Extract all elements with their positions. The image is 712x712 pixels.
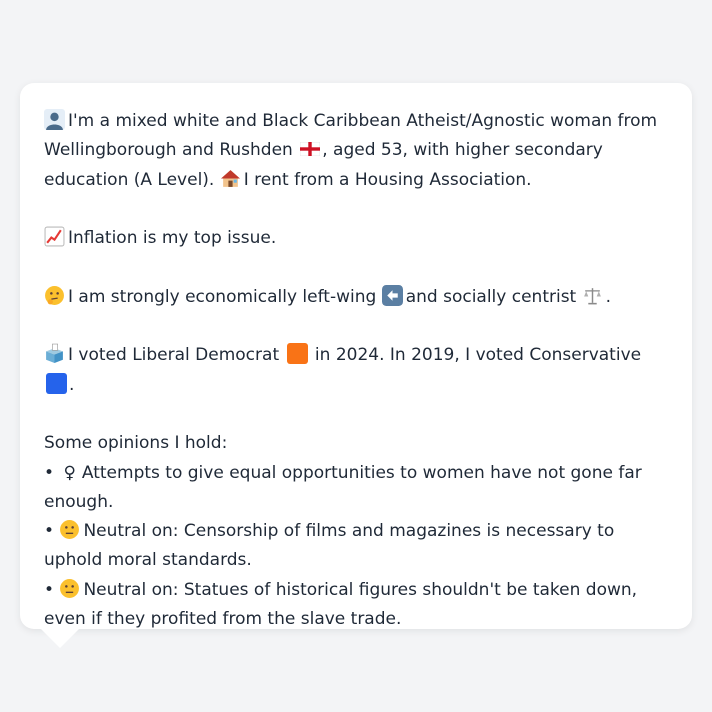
opinion-text: Attempts to give equal opportunities to …: [44, 462, 642, 512]
orange-square-icon: [286, 343, 308, 365]
thinking-face-icon: [44, 285, 65, 306]
balance-scale-icon: [582, 285, 603, 306]
opinions-section: Some opinions I hold: • ♀ Attempts to giv…: [44, 429, 668, 634]
person-silhouette-icon: [44, 109, 65, 130]
ideology-economic-text: I am strongly economically left-wing: [68, 286, 377, 307]
list-item: • ♀ Attempts to give equal opportunities …: [44, 459, 668, 518]
female-sign-icon: ♀: [63, 462, 76, 483]
issue-paragraph: Inflation is my top issue.: [44, 224, 668, 253]
opinion-text: Neutral on: Statues of historical figure…: [44, 579, 638, 630]
ideology-social-text: and socially centrist: [405, 286, 577, 307]
opinions-list: • ♀ Attempts to give equal opportunities …: [44, 459, 668, 635]
list-item: • Neutral on: Censorship of films and ma…: [44, 517, 668, 576]
opinion-text: Neutral on: Censorship of films and maga…: [44, 521, 615, 571]
ballot-box-icon: [44, 343, 65, 364]
bullet: •: [44, 462, 55, 483]
blue-square-icon: [46, 372, 67, 394]
persona-card: I'm a mixed white and Black Caribbean At…: [20, 83, 692, 629]
housing-text: I rent from a Housing Association.: [243, 169, 532, 190]
bubble-tail: [40, 628, 80, 648]
bullet: •: [44, 579, 55, 600]
england-flag-icon: [300, 142, 321, 157]
left-arrow-icon: [381, 284, 403, 306]
issue-text: Inflation is my top issue.: [68, 228, 277, 249]
vote-end: .: [69, 374, 75, 395]
ideology-paragraph: I am strongly economically left-wing and…: [44, 283, 668, 312]
neutral-face-icon: [59, 578, 80, 599]
vote-libdem-text: I voted Liberal Democrat: [68, 345, 280, 366]
opinions-heading: Some opinions I hold:: [44, 433, 228, 454]
list-item: • Neutral on: Statues of historical figu…: [44, 576, 668, 635]
chart-increasing-icon: [44, 226, 65, 247]
vote-paragraph: I voted Liberal Democrat in 2024. In 201…: [44, 341, 668, 400]
house-icon: [220, 168, 241, 189]
ideology-end: .: [605, 286, 612, 307]
vote-conservative-text: in 2024. In 2019, I voted Conservative: [314, 345, 642, 366]
intro-paragraph: I'm a mixed white and Black Caribbean At…: [44, 107, 668, 195]
bullet: •: [44, 521, 55, 542]
neutral-face-icon: [59, 519, 80, 540]
